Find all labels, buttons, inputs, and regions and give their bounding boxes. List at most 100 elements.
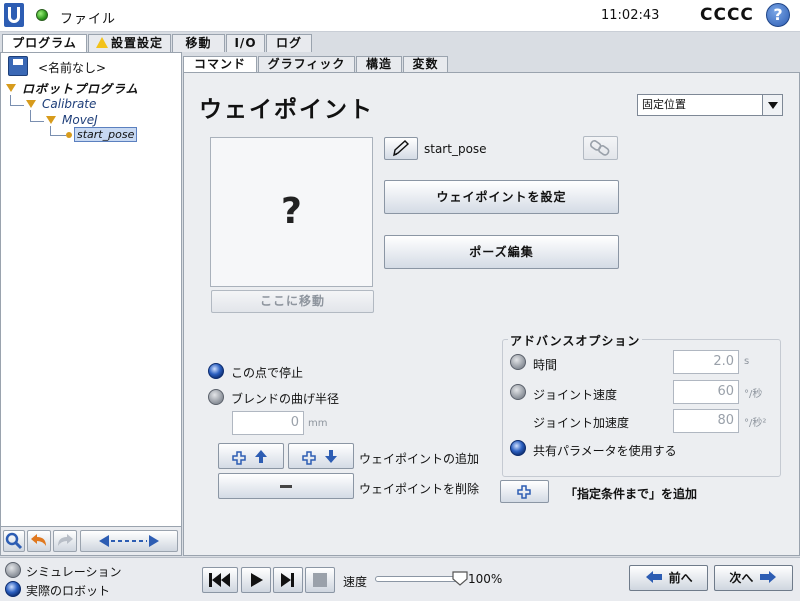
pencil-icon [393, 140, 410, 157]
tab-graphics[interactable]: グラフィック [258, 56, 355, 72]
waypoint-node-icon [66, 132, 72, 138]
tab-variables[interactable]: 変数 [403, 56, 448, 72]
warning-icon [95, 37, 108, 48]
joint-accel-unit: °/秒² [744, 418, 767, 429]
add-after-icon [302, 450, 337, 465]
rewind-button[interactable] [202, 567, 238, 593]
tree-node-start-pose[interactable]: start_pose [77, 128, 134, 141]
speed-slider[interactable] [375, 576, 463, 582]
step-button[interactable] [273, 567, 303, 593]
step-forward-icon [281, 573, 294, 587]
blend-radius-input[interactable]: 0 [232, 411, 304, 435]
minus-icon [280, 485, 292, 488]
add-waypoint-after-button[interactable] [288, 443, 354, 469]
collapse-icon[interactable] [6, 84, 16, 92]
clock: 11:02:43 [601, 8, 660, 23]
collapse-icon[interactable] [46, 116, 56, 124]
rewind-icon [209, 573, 230, 587]
tree-node-calibrate[interactable]: Calibrate [42, 97, 96, 111]
previous-button[interactable]: 前へ [629, 565, 708, 591]
redo-button[interactable] [53, 530, 77, 552]
move-node-icon [99, 535, 159, 547]
joint-speed-radio[interactable] [510, 384, 526, 400]
joint-speed-input[interactable]: 60 [673, 380, 739, 404]
add-until-label: 「指定条件まで」を追加 [565, 487, 698, 501]
redo-icon [58, 534, 73, 546]
program-name: <名前なし> [38, 61, 107, 75]
file-menu[interactable]: ファイル [60, 8, 116, 27]
chevron-down-icon [762, 95, 782, 115]
tree-connector [10, 105, 24, 106]
add-until-button[interactable] [500, 480, 549, 503]
play-icon [251, 573, 263, 587]
delete-waypoint-button[interactable] [218, 473, 354, 499]
add-waypoint-before-button[interactable] [218, 443, 284, 469]
joint-speed-label: ジョイント速度 [533, 388, 618, 402]
joint-speed-unit: °/秒 [744, 389, 763, 400]
tab-installation[interactable]: 設置設定 [88, 34, 171, 52]
stop-at-point-radio[interactable] [208, 363, 224, 379]
pose-name: start_pose [424, 142, 487, 156]
tab-program[interactable]: プログラム [2, 34, 87, 53]
time-radio[interactable] [510, 354, 526, 370]
plus-icon [517, 485, 531, 499]
universal-robots-logo [4, 3, 24, 27]
speed-slider-handle[interactable] [452, 571, 468, 586]
edit-pose-button[interactable]: ポーズ編集 [384, 235, 619, 269]
robot-name: CCCC [700, 5, 754, 25]
blend-radius-unit: mm [308, 418, 328, 429]
previous-label: 前へ [668, 571, 693, 585]
undo-button[interactable] [27, 530, 51, 552]
add-waypoint-label: ウェイポイントの追加 [359, 452, 480, 466]
set-waypoint-button[interactable]: ウェイポイントを設定 [384, 180, 619, 214]
joint-accel-label: ジョイント加速度 [533, 416, 630, 430]
top-bar: ファイル 11:02:43 CCCC ? [0, 0, 800, 32]
position-mode-select[interactable]: 固定位置 [637, 94, 783, 116]
tab-structure[interactable]: 構造 [356, 56, 402, 72]
tree-connector [50, 126, 51, 135]
link-button[interactable] [583, 136, 618, 160]
shared-params-radio[interactable] [510, 440, 526, 456]
tree-node-robot-program[interactable]: ロボットプログラム [22, 80, 139, 97]
tab-command[interactable]: コマンド [183, 56, 257, 73]
stop-icon [313, 573, 327, 587]
advanced-options-title: アドバンスオプション [508, 332, 643, 349]
time-label: 時間 [533, 358, 558, 372]
delete-waypoint-label: ウェイポイントを削除 [359, 482, 480, 496]
blend-radius-radio[interactable] [208, 389, 224, 405]
tab-log[interactable]: ログ [266, 34, 312, 52]
tree-node-movej[interactable]: MoveJ [62, 113, 98, 127]
time-input[interactable]: 2.0 [673, 350, 739, 374]
tab-io[interactable]: I/O [226, 34, 265, 52]
arrow-left-icon [646, 571, 663, 583]
search-button[interactable] [3, 530, 25, 552]
arrow-right-icon [759, 571, 776, 583]
simulation-label: シミュレーション [26, 565, 122, 579]
cut-copy-button[interactable] [80, 530, 178, 552]
play-button[interactable] [241, 567, 271, 593]
save-icon[interactable] [8, 56, 28, 76]
collapse-icon[interactable] [26, 100, 36, 108]
real-robot-label: 実際のロボット [26, 584, 111, 598]
speed-label: 速度 [343, 575, 368, 589]
tab-installation-label: 設置設定 [110, 36, 163, 50]
next-button[interactable]: 次へ [714, 565, 793, 591]
time-unit: s [744, 356, 750, 367]
tree-connector [30, 110, 31, 121]
tree-connector [50, 135, 66, 136]
stop-button[interactable] [305, 567, 335, 593]
page-title: ウェイポイント [199, 97, 374, 123]
help-button[interactable]: ? [766, 3, 790, 27]
real-robot-radio[interactable] [5, 581, 21, 597]
rename-button[interactable] [384, 137, 418, 160]
move-here-button[interactable]: ここに移動 [211, 290, 374, 313]
add-before-icon [232, 450, 267, 465]
link-icon [589, 140, 610, 156]
tab-move[interactable]: 移動 [172, 34, 225, 52]
simulation-radio[interactable] [5, 562, 21, 578]
joint-accel-input[interactable]: 80 [673, 409, 739, 433]
tree-connector [10, 95, 11, 105]
shared-params-label: 共有パラメータを使用する [533, 444, 677, 458]
blend-radius-label: ブレンドの曲げ半径 [231, 392, 340, 406]
undo-icon [31, 534, 46, 546]
